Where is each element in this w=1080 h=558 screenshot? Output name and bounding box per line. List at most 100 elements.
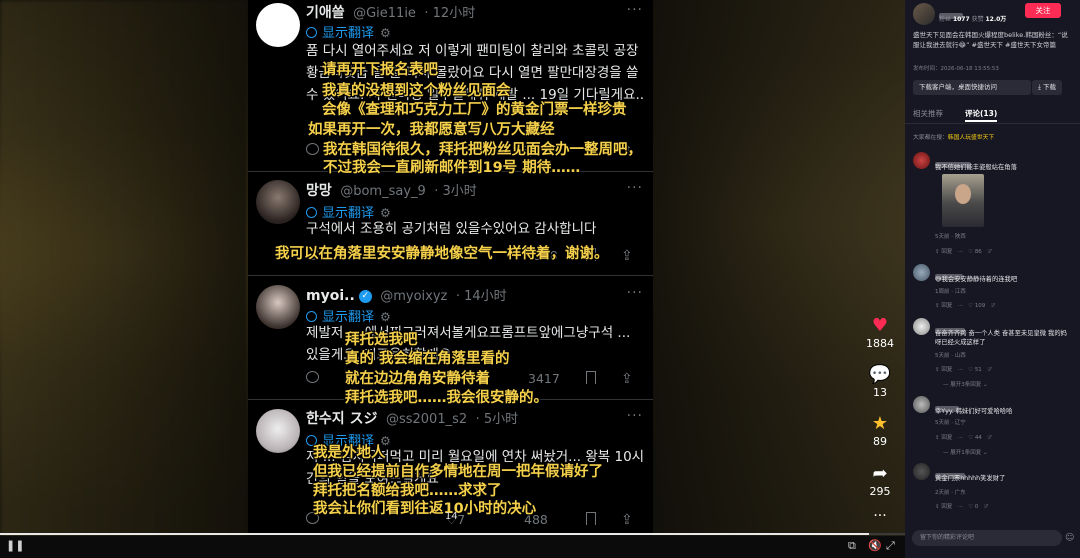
share-small-icon[interactable]: ⇪ [935, 303, 940, 309]
share-small-icon[interactable]: ⇪ [935, 435, 940, 441]
download-button[interactable]: ⤓ 下载 [1032, 80, 1062, 95]
share-small-icon[interactable]: ⇪ [935, 504, 940, 510]
more-icon[interactable]: ··· [627, 180, 643, 196]
translate-link[interactable]: 显示翻译 ⚙ [306, 22, 391, 41]
comment-like-count: 109 [974, 303, 986, 309]
avatar[interactable] [913, 318, 930, 335]
tweet-time: · 14小时 [455, 289, 507, 304]
avatar[interactable] [913, 152, 930, 169]
like-small-icon[interactable]: ♡ [968, 504, 973, 510]
comment-item: 我不信她们能丰姿般站在角落 5天前 · 陕西 ⇪ 回复 ··· ♡ 86 ♡̸ [913, 152, 1073, 257]
comment-text: 黄金门票hhhhh笑发财了 [935, 475, 1006, 482]
more-icon[interactable]: ··· [627, 285, 643, 301]
more-options-icon[interactable]: ··· [866, 508, 894, 524]
avatar [256, 180, 300, 224]
favorite-button[interactable]: ★ 89 [866, 413, 894, 448]
video-blur-right [653, 0, 905, 540]
author-avatar[interactable] [913, 3, 935, 25]
heart-icon: ♥ [871, 315, 889, 336]
like-small-icon[interactable]: ♡ [968, 367, 973, 373]
reply-icon[interactable] [306, 143, 319, 158]
star-icon: ★ [871, 413, 889, 434]
search-suggestion[interactable]: 大家都在搜：韩国人玩盛世天下 [913, 132, 994, 141]
pip-icon[interactable]: ⧉ [848, 539, 856, 553]
comment-input[interactable]: 留下你的精彩评论吧 [912, 530, 1062, 546]
subtitle-line: 会像《查理和巧克力工厂》的黄金门票一样珍贵 [322, 102, 627, 118]
like-small-icon[interactable]: ♡ [968, 435, 973, 441]
more-icon[interactable]: ··· [958, 367, 963, 373]
share-icon[interactable]: ⇪ [621, 512, 633, 528]
progress-bar[interactable] [0, 533, 905, 535]
comment-item: 幸Yyy. 韩妹们好可爱哈哈哈 5天前 · 辽宁 ⇪ 回复 ··· ♡ 44 ♡… [913, 396, 1073, 458]
favorite-count: 89 [873, 435, 887, 448]
avatar[interactable] [913, 396, 930, 413]
like-button[interactable]: ♥ 1884 [866, 315, 894, 350]
reply-link[interactable]: 回复 [941, 249, 952, 255]
dislike-small-icon[interactable]: ♡̸ [987, 435, 992, 441]
subtitle-line: 不过我会一直刷新邮件到19号 期待…… [323, 160, 581, 176]
share-small-icon[interactable]: ⇪ [935, 367, 940, 373]
comment-text: 幸Yyy. 韩妹们好可爱哈哈哈 [935, 408, 1013, 415]
comment-meta: 2天前 · 广东 [935, 490, 966, 496]
dislike-small-icon[interactable]: ♡̸ [991, 303, 996, 309]
share-icon[interactable]: ⇪ [621, 371, 633, 387]
more-icon[interactable]: ··· [958, 435, 963, 441]
expand-replies-link[interactable]: — 展开3条回复 ⌄ [943, 380, 988, 388]
bookmark-icon[interactable] [586, 371, 596, 387]
reply-link[interactable]: 回复 [941, 435, 952, 441]
subtitle-line: 如果再开一次，我都愿意写八万大藏经 [308, 122, 555, 138]
share-icon[interactable]: ⇪ [621, 248, 633, 264]
pause-icon[interactable]: ❚❚ [6, 539, 24, 552]
tab-comments[interactable]: 评论(13) [965, 108, 997, 119]
progress-fill [0, 533, 869, 535]
tab-related[interactable]: 相关推荐 [913, 108, 943, 119]
dislike-small-icon[interactable]: ♡̸ [987, 367, 992, 373]
comment-button[interactable]: 💬 13 [866, 364, 894, 399]
follow-button[interactable]: 关注 [1025, 3, 1061, 18]
avatar[interactable] [913, 463, 930, 480]
like-small-icon[interactable]: ♡ [968, 249, 973, 255]
tweet-handle: @ss2001_s2 [385, 412, 468, 427]
download-client-button[interactable]: 下载客户端，桌面快捷访问 [913, 80, 1031, 95]
tweet-author: 한수지 スジ [306, 411, 378, 427]
emoji-icon[interactable]: ☺ [1065, 533, 1074, 543]
more-icon[interactable]: ··· [627, 408, 643, 424]
comment-actions: ⇪ 回复 ··· ♡ 86 ♡̸ [935, 247, 992, 255]
comment-image[interactable] [942, 174, 984, 227]
more-icon[interactable]: ··· [627, 2, 643, 18]
reply-link[interactable]: 回复 [941, 504, 952, 510]
subtitle-line: 我真的没想到这个粉丝见面会 [322, 83, 511, 99]
divider [905, 123, 1080, 124]
dislike-small-icon[interactable]: ♡̸ [987, 249, 992, 255]
subtitle-line: 就在边边角角安静待着 [345, 371, 490, 387]
tweet-time: · 12小时 [424, 6, 476, 21]
comment-like-count: 44 [974, 435, 982, 441]
video-player[interactable]: 기애쓸 @Gie11ie · 12小时 ··· 显示翻译 ⚙ 폼 다시 열어주세요… [0, 0, 905, 558]
expand-replies-link[interactable]: — 展开1条回复 ⌄ [943, 448, 988, 456]
comment-meta: 5天前 · 辽宁 [935, 420, 966, 426]
comment-meta: 1周前 · 江西 [935, 289, 966, 295]
publish-time: 发布时间：2026-06-18 13:55:53 [913, 66, 999, 72]
share-count: 295 [869, 485, 891, 498]
more-icon[interactable]: ··· [958, 249, 963, 255]
share-arrow-icon: ➦ [872, 463, 888, 484]
more-icon[interactable]: ··· [958, 504, 963, 510]
reply-link[interactable]: 回复 [941, 367, 952, 373]
share-button[interactable]: ➦ 295 [866, 463, 894, 498]
fullscreen-icon[interactable]: ⤢ [886, 539, 895, 553]
more-icon[interactable]: ··· [958, 303, 963, 309]
dislike-small-icon[interactable]: ♡̸ [984, 504, 989, 510]
reply-link[interactable]: 回复 [941, 303, 952, 309]
subtitle-line: 真的 我会缩在角落里看的 [345, 351, 510, 367]
like-small-icon[interactable]: ♡ [968, 303, 973, 309]
comment-meta: 5天前 · 山西 [935, 353, 966, 359]
comment-count: 13 [873, 386, 887, 399]
share-small-icon[interactable]: ⇪ [935, 249, 940, 255]
avatar[interactable] [913, 264, 930, 281]
like-count: 1884 [866, 337, 894, 350]
reply-icon[interactable] [306, 371, 319, 386]
bookmark-icon[interactable] [586, 512, 596, 528]
comment-item: 😅我会安安静静待着的连我吧 1周前 · 江西 ⇪ 回复 ··· ♡ 109 ♡̸ [913, 264, 1073, 312]
volume-icon[interactable]: 🔇 [868, 539, 882, 552]
comment-text: 😅我会安安静静待着的连我吧 [935, 276, 1018, 283]
